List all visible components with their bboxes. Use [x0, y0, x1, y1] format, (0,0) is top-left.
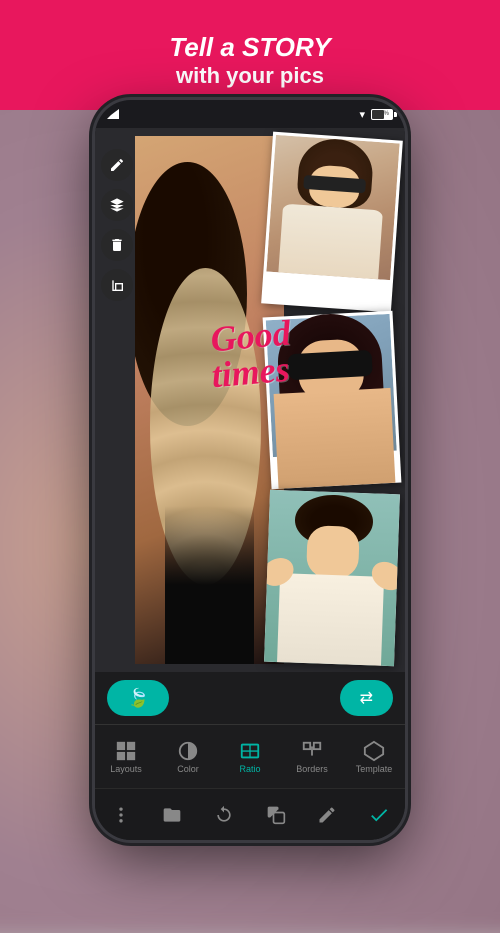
right-photo-column — [267, 136, 397, 664]
wifi-icon: ▾ — [359, 108, 365, 121]
borders-icon — [301, 740, 323, 762]
photo-girl-content-1 — [266, 135, 399, 280]
folder-button[interactable] — [152, 795, 192, 835]
teal-action-bar: 🍃 ⇄ — [95, 672, 405, 724]
phone-device: ▾ 59% — [95, 100, 405, 840]
copy-button[interactable] — [256, 795, 296, 835]
edit-tool-button[interactable] — [101, 149, 133, 181]
crop-tool-button[interactable] — [101, 269, 133, 301]
filter-button[interactable]: 🍃 — [107, 680, 169, 716]
action-bar — [95, 788, 405, 840]
tool-template[interactable]: Template — [343, 740, 405, 774]
menu-button[interactable] — [101, 795, 141, 835]
polaroid-inner-2 — [266, 314, 397, 457]
shuffle-icon: ⇄ — [360, 688, 373, 708]
battery-icon: 59% — [371, 109, 393, 120]
polaroid-inner-1 — [266, 135, 399, 280]
polaroid-photo-1[interactable] — [261, 132, 403, 313]
borders-label: Borders — [296, 764, 328, 774]
banner-line2: with your pics — [176, 63, 324, 89]
filter-icon: 🍃 — [127, 688, 149, 709]
polaroid-inner-3 — [268, 493, 397, 634]
ratio-label: Ratio — [239, 764, 260, 774]
confirm-button[interactable] — [359, 795, 399, 835]
photo-girl-content-2 — [266, 314, 397, 457]
ratio-icon — [239, 740, 261, 762]
layouts-label: Layouts — [110, 764, 142, 774]
tool-ratio[interactable]: Ratio — [219, 740, 281, 774]
color-icon — [177, 740, 199, 762]
layouts-icon — [115, 740, 137, 762]
template-label: Template — [356, 764, 393, 774]
pencil-button[interactable] — [307, 795, 347, 835]
status-right: ▾ 59% — [359, 108, 393, 121]
template-icon — [363, 740, 385, 762]
bottom-toolbar: Layouts Color Ratio Borders — [95, 724, 405, 788]
photo-girl-content-3 — [268, 493, 397, 634]
app-area: Good times 🍃 — [95, 128, 405, 840]
canvas-area[interactable]: Good times — [95, 128, 405, 672]
rotate-button[interactable] — [204, 795, 244, 835]
color-label: Color — [177, 764, 199, 774]
polaroid-photo-2[interactable] — [262, 311, 401, 490]
banner-line1: Tell a STORY — [169, 32, 330, 63]
delete-tool-button[interactable] — [101, 229, 133, 261]
layers-tool-button[interactable] — [101, 189, 133, 221]
tool-color[interactable]: Color — [157, 740, 219, 774]
tool-layouts[interactable]: Layouts — [95, 740, 157, 774]
polaroid-photo-3[interactable] — [264, 490, 400, 666]
shuffle-button[interactable]: ⇄ — [340, 680, 393, 716]
battery-text: 59% — [372, 111, 394, 117]
tool-borders[interactable]: Borders — [281, 740, 343, 774]
signal-icon — [107, 109, 119, 119]
photo-main-left[interactable] — [135, 136, 284, 664]
status-bar: ▾ 59% — [95, 100, 405, 128]
promo-banner: Tell a STORY with your pics — [0, 0, 500, 110]
left-toolbar — [95, 143, 139, 307]
